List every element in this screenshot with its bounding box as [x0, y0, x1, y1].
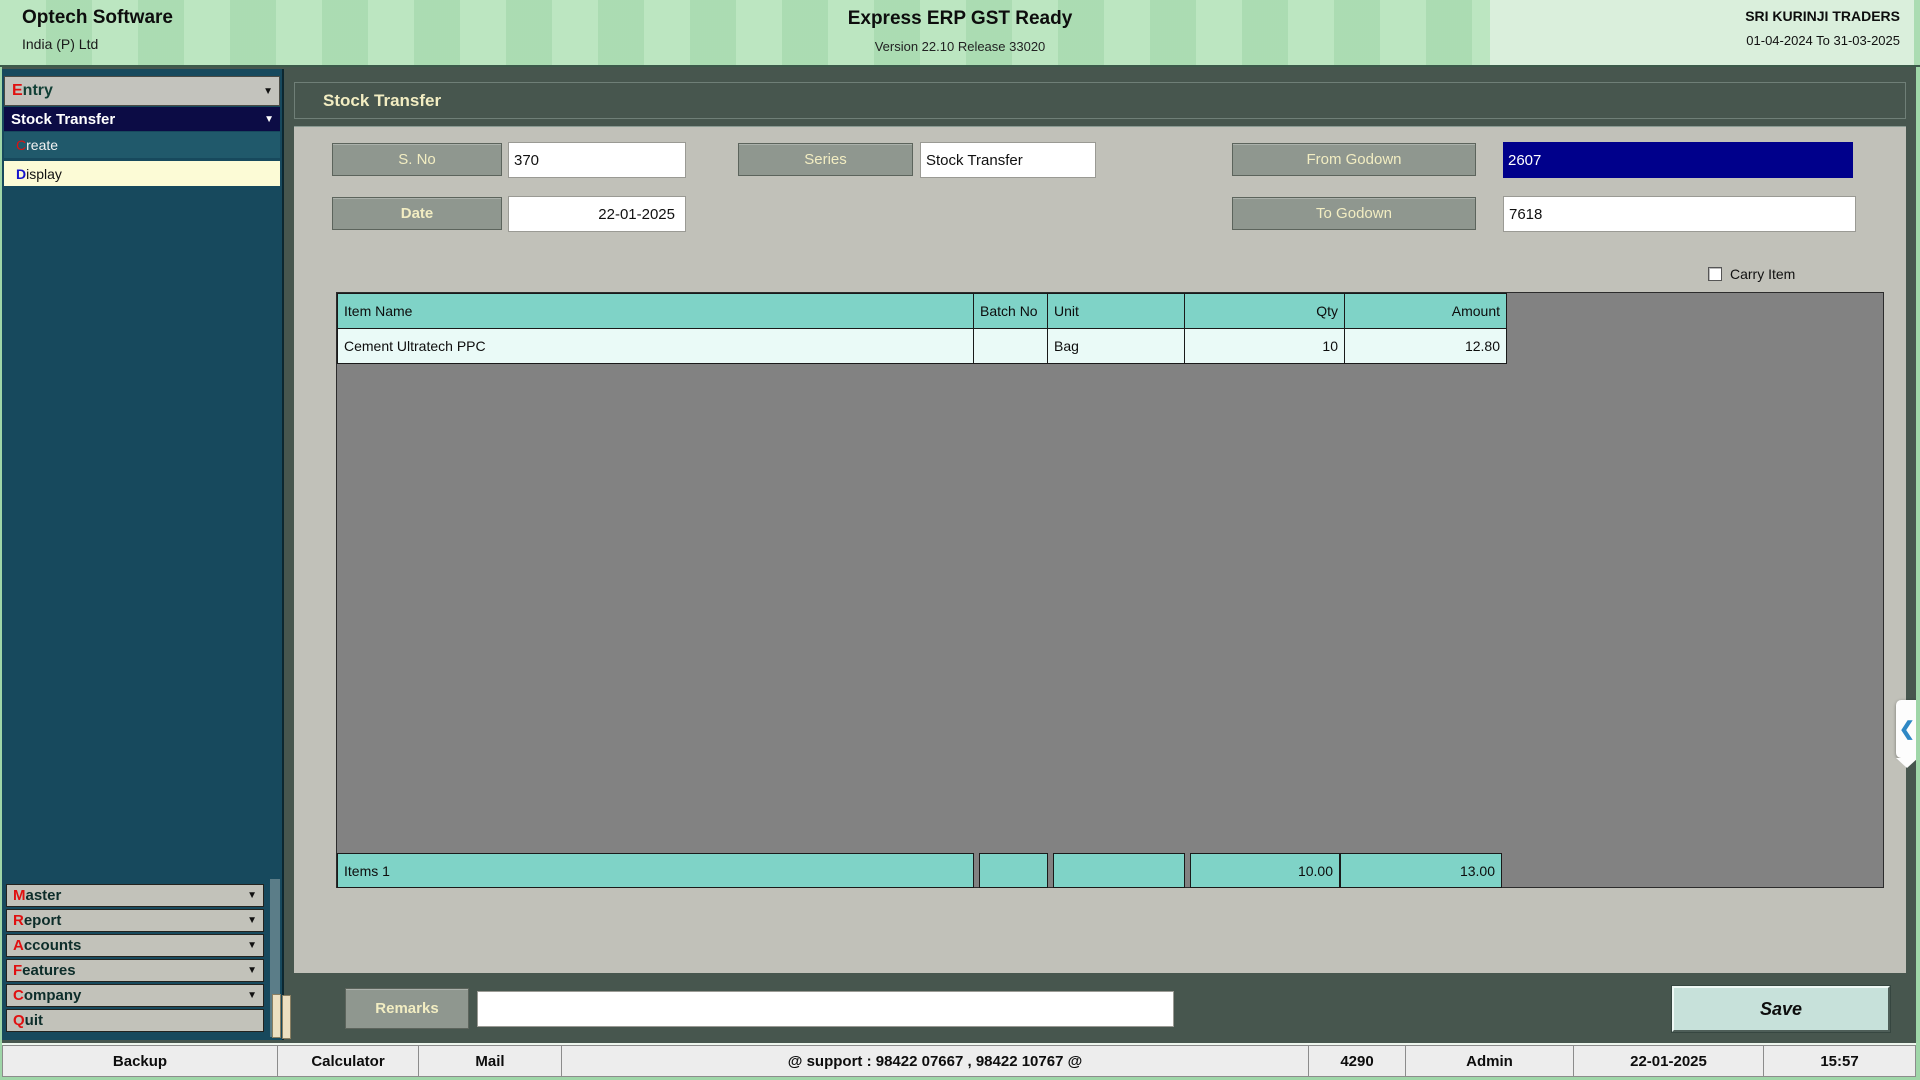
cell-item-name[interactable]: Cement Ultratech PPC: [337, 329, 974, 364]
app-window: Optech Software India (P) Ltd Express ER…: [0, 0, 1920, 1080]
cell-unit[interactable]: Bag: [1048, 329, 1185, 364]
app-title: Express ERP GST Ready: [560, 8, 1360, 30]
client-panel: SRI KURINJI TRADERS 01-04-2024 To 31-03-…: [1490, 0, 1914, 65]
app-version: Version 22.10 Release 33020: [560, 39, 1360, 54]
date-input[interactable]: [508, 196, 686, 232]
menu-entry-label: Entry: [12, 82, 263, 100]
chevron-down-icon: ▼: [263, 86, 273, 97]
series-input[interactable]: [920, 142, 1096, 178]
menu-accounts-label: Accounts: [13, 937, 247, 954]
status-bar: Backup Calculator Mail @ support : 98422…: [2, 1043, 1916, 1077]
chevron-down-icon: ▼: [247, 890, 257, 901]
col-header-unit: Unit: [1048, 293, 1185, 329]
page-title-bar: Stock Transfer: [294, 82, 1906, 119]
backup-button[interactable]: Backup: [2, 1045, 278, 1077]
mail-button[interactable]: Mail: [419, 1045, 562, 1077]
remarks-label: Remarks: [345, 988, 469, 1029]
save-button[interactable]: Save: [1672, 986, 1890, 1032]
menu-entry[interactable]: Entry ▼: [4, 76, 280, 106]
sidebar-scrollbar-thumb[interactable]: [272, 994, 281, 1038]
footer-items-count: Items 1: [337, 853, 974, 888]
cell-batch-no[interactable]: [974, 329, 1048, 364]
menu-accounts[interactable]: Accounts ▼: [6, 934, 264, 957]
session-code: 4290: [1309, 1045, 1406, 1077]
sno-input[interactable]: [508, 142, 686, 178]
cell-qty[interactable]: 10: [1185, 329, 1345, 364]
to-godown-input[interactable]: [1503, 196, 1856, 232]
app-title-block: Express ERP GST Ready Version 22.10 Rele…: [560, 8, 1360, 54]
menu-report[interactable]: Report ▼: [6, 909, 264, 932]
sidebar-item-display-label: Display: [16, 166, 280, 182]
app-header: Optech Software India (P) Ltd Express ER…: [0, 0, 1920, 67]
page-title: Stock Transfer: [323, 91, 441, 111]
col-header-qty: Qty: [1185, 293, 1345, 329]
menu-stock-transfer[interactable]: Stock Transfer ▼: [4, 107, 280, 131]
footer-batch-blank: [979, 853, 1048, 888]
items-table: Item Name Batch No Unit Qty Amount Cemen…: [336, 292, 1884, 888]
table-row[interactable]: Cement Ultratech PPC Bag 10 12.80: [337, 329, 1507, 364]
to-godown-label: To Godown: [1232, 197, 1476, 230]
menu-features-label: Features: [13, 962, 247, 979]
col-header-batch-no: Batch No: [974, 293, 1048, 329]
calculator-button[interactable]: Calculator: [278, 1045, 419, 1077]
chevron-down-icon: ▼: [247, 965, 257, 976]
menu-master-label: Master: [13, 887, 247, 904]
footer-total-qty: 10.00: [1190, 853, 1340, 888]
footer-unit-blank: [1053, 853, 1185, 888]
footer-total-amount: 13.00: [1340, 853, 1502, 888]
cell-amount[interactable]: 12.80: [1345, 329, 1507, 364]
menu-quit[interactable]: Quit: [6, 1009, 264, 1032]
menu-master[interactable]: Master ▼: [6, 884, 264, 907]
sidebar-item-create-label: Create: [16, 137, 280, 153]
remarks-input[interactable]: [477, 991, 1174, 1027]
chevron-down-icon: ▼: [247, 990, 257, 1001]
menu-stock-transfer-label: Stock Transfer: [11, 111, 264, 128]
panel-collapse-tab[interactable]: ❮: [1896, 700, 1918, 758]
financial-period: 01-04-2024 To 31-03-2025: [1490, 33, 1900, 48]
carry-item-field: Carry Item: [1708, 266, 1795, 282]
sidebar-item-display[interactable]: Display: [4, 161, 280, 186]
vendor-name: Optech Software: [22, 7, 173, 29]
table-header-row: Item Name Batch No Unit Qty Amount: [337, 293, 1507, 329]
vendor-block: Optech Software India (P) Ltd: [22, 7, 173, 52]
date-label: Date: [332, 197, 502, 230]
sno-label: S. No: [332, 143, 502, 176]
table-footer-row: Items 1 10.00 13.00: [337, 853, 1502, 888]
col-header-amount: Amount: [1345, 293, 1507, 329]
status-date: 22-01-2025: [1574, 1045, 1764, 1077]
vendor-subtitle: India (P) Ltd: [22, 36, 173, 52]
chevron-down-icon: ▼: [247, 915, 257, 926]
carry-item-label: Carry Item: [1730, 266, 1795, 282]
menu-quit-label: Quit: [13, 1012, 263, 1029]
menu-company[interactable]: Company ▼: [6, 984, 264, 1007]
from-godown-label: From Godown: [1232, 143, 1476, 176]
window-edge-right: [1916, 67, 1920, 1080]
menu-features[interactable]: Features ▼: [6, 959, 264, 982]
carry-item-checkbox[interactable]: [1708, 267, 1722, 281]
col-header-item-name: Item Name: [337, 293, 974, 329]
from-godown-input[interactable]: [1503, 142, 1853, 178]
client-name: SRI KURINJI TRADERS: [1490, 8, 1900, 24]
chevron-down-icon: ▼: [247, 940, 257, 951]
sidebar: Entry ▼ Stock Transfer ▼ Create Display …: [2, 69, 284, 1040]
menu-company-label: Company: [13, 987, 247, 1004]
left-accent-bar: [282, 995, 291, 1039]
chevron-left-icon: ❮: [1899, 718, 1915, 741]
chevron-down-icon: ▼: [264, 114, 274, 125]
window-edge-left: [0, 67, 2, 1080]
status-time: 15:57: [1764, 1045, 1916, 1077]
sidebar-item-create[interactable]: Create: [4, 132, 280, 158]
series-label: Series: [738, 143, 913, 176]
support-info: @ support : 98422 07667 , 98422 10767 @: [562, 1045, 1309, 1077]
current-user: Admin: [1406, 1045, 1574, 1077]
menu-report-label: Report: [13, 912, 247, 929]
